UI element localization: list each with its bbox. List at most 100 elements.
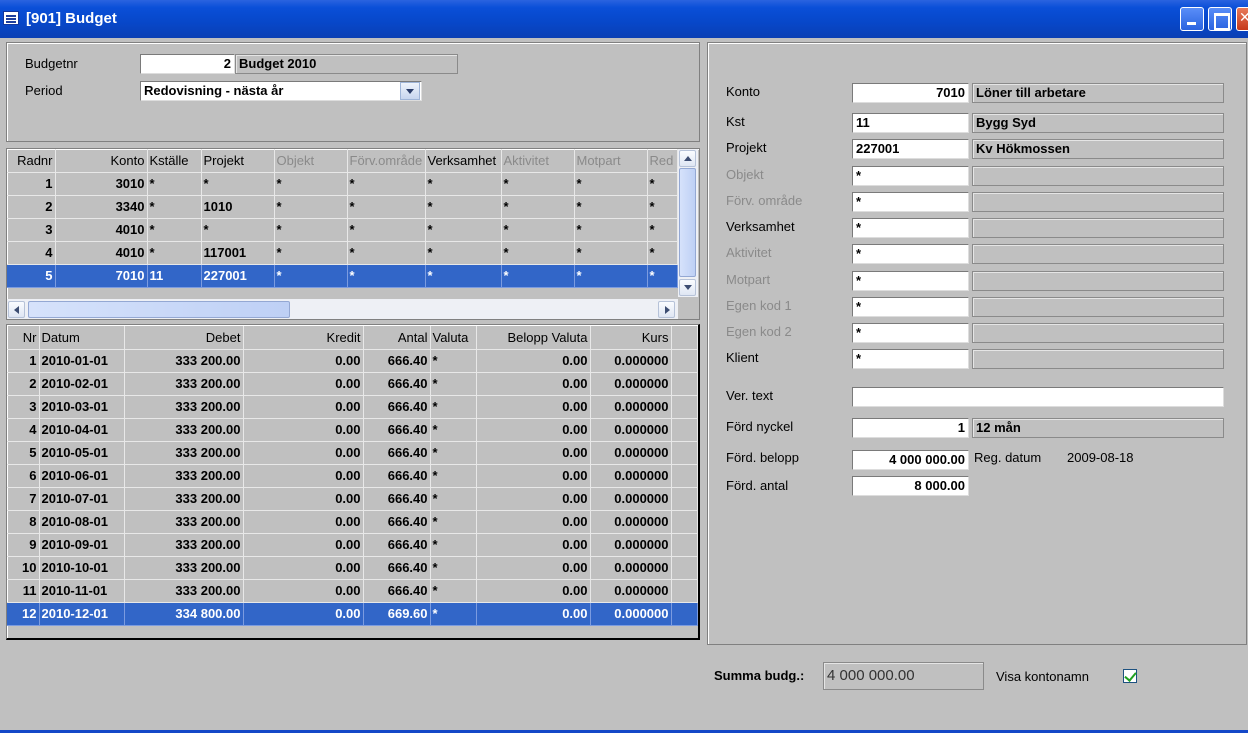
table-cell[interactable]: 0.000000	[590, 556, 672, 580]
table-cell[interactable]: 0.00	[243, 464, 364, 488]
table-cell[interactable]: 11	[147, 264, 202, 288]
table-cell[interactable]: 5	[7, 264, 56, 288]
table-row[interactable]: 2 3340 * 1010 * * * * * *	[7, 195, 678, 219]
table-cell[interactable]: 1	[7, 172, 56, 196]
table-cell[interactable]: *	[425, 241, 502, 265]
table-cell[interactable]: *	[647, 264, 678, 288]
table-cell[interactable]: *	[501, 172, 575, 196]
table-cell[interactable]: 0.00	[243, 602, 364, 626]
table-cell[interactable]: 12	[7, 602, 40, 626]
table-cell[interactable]: 2010-08-01	[39, 510, 125, 534]
ford-belopp-input[interactable]: 4 000 000.00	[852, 450, 969, 470]
table-row[interactable]: 9 2010-09-01 333 200.00 0.00 666.40 * 0.00 0.00…	[7, 533, 698, 557]
table-cell[interactable]: 0.00	[243, 418, 364, 442]
col-verksamhet[interactable]: Verksamhet	[425, 149, 502, 173]
table-cell[interactable]: 7	[7, 487, 40, 511]
table-cell[interactable]: *	[574, 172, 648, 196]
table-cell[interactable]: *	[430, 418, 477, 442]
rows-grid-vscrollbar[interactable]	[678, 149, 698, 297]
hscroll-thumb[interactable]	[28, 301, 290, 318]
table-cell[interactable]: *	[430, 349, 477, 373]
col-datum[interactable]: Datum	[39, 326, 125, 350]
col-aktivitet[interactable]: Aktivitet	[501, 149, 575, 173]
window-menu-icon[interactable]	[3, 11, 19, 25]
table-cell[interactable]: *	[501, 218, 575, 242]
table-cell[interactable]: *	[147, 241, 202, 265]
table-cell[interactable]: 2010-02-01	[39, 372, 125, 396]
table-cell[interactable]: *	[430, 464, 477, 488]
table-cell[interactable]: *	[430, 556, 477, 580]
table-cell[interactable]: *	[347, 218, 426, 242]
egen-kod-2-input[interactable]: *	[852, 323, 969, 343]
table-cell[interactable]: 0.000000	[590, 533, 672, 557]
table-cell[interactable]: *	[574, 218, 648, 242]
table-cell[interactable]: 2010-03-01	[39, 395, 125, 419]
table-cell[interactable]: 7010	[55, 264, 148, 288]
period-select[interactable]: Redovisning - nästa år	[140, 81, 422, 101]
table-cell[interactable]: 227001	[201, 264, 275, 288]
verksamhet-input[interactable]: *	[852, 218, 969, 238]
table-cell[interactable]: 0.00	[476, 556, 591, 580]
table-cell[interactable]: *	[430, 602, 477, 626]
table-cell[interactable]: *	[347, 195, 426, 219]
table-cell[interactable]: 0.000000	[590, 372, 672, 396]
kst-input[interactable]: 11	[852, 113, 969, 133]
table-cell[interactable]: 11	[7, 579, 40, 603]
table-cell[interactable]: 333 200.00	[124, 349, 244, 373]
col-forv-omrade[interactable]: Förv.område	[347, 149, 426, 173]
table-cell[interactable]: *	[274, 241, 348, 265]
table-cell[interactable]: 0.00	[476, 464, 591, 488]
table-cell[interactable]: 666.40	[363, 441, 431, 465]
table-cell[interactable]: *	[501, 264, 575, 288]
table-cell[interactable]: *	[430, 579, 477, 603]
table-cell[interactable]: 666.40	[363, 487, 431, 511]
table-row[interactable]: 10 2010-10-01 333 200.00 0.00 666.40 * 0.00 0.0…	[7, 556, 698, 580]
col-kredit[interactable]: Kredit	[243, 326, 364, 350]
table-cell[interactable]: *	[347, 264, 426, 288]
table-cell[interactable]: *	[574, 195, 648, 219]
col-motpart[interactable]: Motpart	[574, 149, 648, 173]
rows-grid[interactable]: Radnr Konto Kställe Projekt Objekt Förv.…	[7, 149, 678, 288]
table-cell[interactable]: 0.000000	[590, 395, 672, 419]
table-cell[interactable]: *	[430, 487, 477, 511]
table-cell[interactable]: *	[574, 264, 648, 288]
col-objekt[interactable]: Objekt	[274, 149, 348, 173]
table-cell[interactable]: *	[425, 172, 502, 196]
table-cell[interactable]: 0.00	[476, 372, 591, 396]
table-cell[interactable]: 666.40	[363, 349, 431, 373]
table-cell[interactable]: 0.000000	[590, 349, 672, 373]
col-red[interactable]: Red	[647, 149, 678, 173]
table-cell[interactable]: 333 200.00	[124, 418, 244, 442]
table-cell[interactable]: 3010	[55, 172, 148, 196]
col-radnr[interactable]: Radnr	[7, 149, 56, 173]
objekt-input[interactable]: *	[852, 166, 969, 186]
table-cell[interactable]: 1010	[201, 195, 275, 219]
close-button[interactable]	[1236, 7, 1248, 31]
table-cell[interactable]: 0.000000	[590, 464, 672, 488]
table-cell[interactable]: *	[430, 533, 477, 557]
table-cell[interactable]: *	[647, 218, 678, 242]
table-cell[interactable]: 666.40	[363, 533, 431, 557]
col-antal[interactable]: Antal	[363, 326, 431, 350]
table-cell[interactable]: 4010	[55, 218, 148, 242]
table-cell[interactable]: 0.00	[476, 441, 591, 465]
table-row[interactable]: 12 2010-12-01 334 800.00 0.00 669.60 * 0.00 0.0…	[7, 602, 698, 626]
motpart-input[interactable]: *	[852, 271, 969, 291]
projekt-input[interactable]: 227001	[852, 139, 969, 159]
rows-grid-hscrollbar[interactable]	[7, 299, 678, 319]
col-kurs[interactable]: Kurs	[590, 326, 672, 350]
table-cell[interactable]: *	[347, 172, 426, 196]
table-cell[interactable]: 0.00	[243, 395, 364, 419]
table-row[interactable]: 1 2010-01-01 333 200.00 0.00 666.40 * 0.00 0.00…	[7, 349, 698, 373]
table-row[interactable]: 5 2010-05-01 333 200.00 0.00 666.40 * 0.00 0.00…	[7, 441, 698, 465]
table-cell[interactable]: 2010-05-01	[39, 441, 125, 465]
table-cell[interactable]: 333 200.00	[124, 533, 244, 557]
scroll-down-icon[interactable]	[679, 279, 696, 296]
table-cell[interactable]: *	[201, 218, 275, 242]
table-cell[interactable]: *	[501, 241, 575, 265]
scroll-left-icon[interactable]	[8, 301, 25, 318]
scroll-thumb[interactable]	[679, 168, 696, 277]
table-cell[interactable]: 0.00	[476, 418, 591, 442]
table-cell[interactable]: 0.00	[243, 556, 364, 580]
table-cell[interactable]: 0.00	[243, 579, 364, 603]
